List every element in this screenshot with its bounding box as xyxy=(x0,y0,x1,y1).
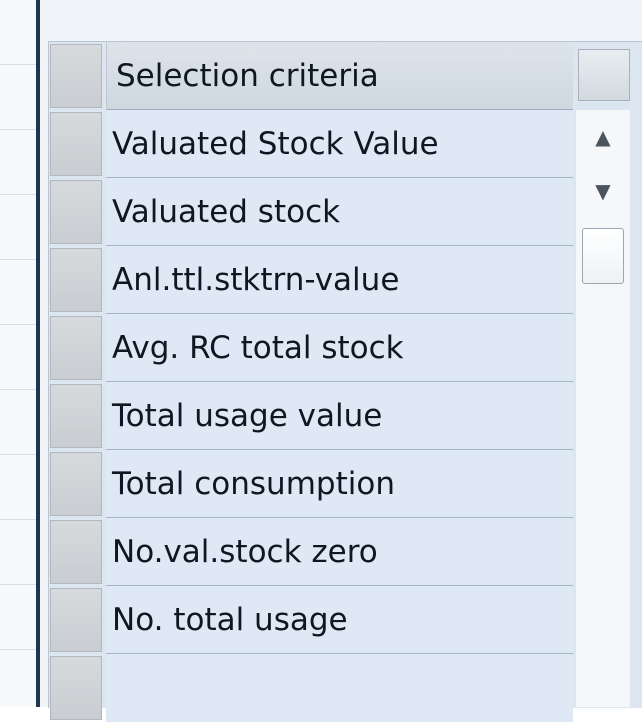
row-selector[interactable] xyxy=(50,248,102,312)
table-row[interactable]: No.val.stock zero xyxy=(49,518,575,586)
column-header-label: Selection criteria xyxy=(116,58,379,94)
table-cell[interactable]: No.val.stock zero xyxy=(106,518,573,586)
cell-text: Valuated Stock Value xyxy=(112,126,439,162)
table-row[interactable]: No. total usage xyxy=(49,586,575,654)
table-cell[interactable]: Anl.ttl.stktrn-value xyxy=(106,246,573,314)
cell-text: Total consumption xyxy=(112,466,395,502)
table-cell-empty[interactable] xyxy=(106,654,573,722)
row-selector[interactable] xyxy=(50,112,102,176)
row-selector[interactable] xyxy=(50,656,102,720)
table-row-empty[interactable] xyxy=(49,654,575,722)
column-header[interactable]: Selection criteria xyxy=(106,42,573,110)
table-cell[interactable]: Avg. RC total stock xyxy=(106,314,573,382)
table-cell[interactable]: Valuated stock xyxy=(106,178,573,246)
cell-text: Anl.ttl.stktrn-value xyxy=(112,262,400,298)
table-row[interactable]: Total consumption xyxy=(49,450,575,518)
table-cell[interactable]: Valuated Stock Value xyxy=(106,110,573,178)
cell-text: No. total usage xyxy=(112,602,348,638)
scroll-down-icon[interactable]: ▼ xyxy=(576,164,630,218)
cell-text: Total usage value xyxy=(112,398,383,434)
scroll-thumb[interactable] xyxy=(582,228,624,284)
header-row: Selection criteria xyxy=(49,42,575,110)
cell-text: No.val.stock zero xyxy=(112,534,378,570)
table-row[interactable]: Total usage value xyxy=(49,382,575,450)
table-cell[interactable]: No. total usage xyxy=(106,586,573,654)
row-selector[interactable] xyxy=(50,180,102,244)
selection-criteria-table: Selection criteria Valuated Stock Value … xyxy=(48,41,642,722)
row-selector[interactable] xyxy=(50,316,102,380)
table-cell[interactable]: Total consumption xyxy=(106,450,573,518)
row-selector[interactable] xyxy=(50,520,102,584)
cell-text: Avg. RC total stock xyxy=(112,330,404,366)
row-selector[interactable] xyxy=(50,588,102,652)
select-all-button[interactable] xyxy=(50,44,102,108)
table-cell[interactable]: Total usage value xyxy=(106,382,573,450)
table-row[interactable]: Avg. RC total stock xyxy=(49,314,575,382)
table-row[interactable]: Valuated Stock Value xyxy=(49,110,575,178)
outer-strip xyxy=(0,0,36,707)
column-settings-button[interactable] xyxy=(578,49,630,101)
row-selector[interactable] xyxy=(50,384,102,448)
row-selector[interactable] xyxy=(50,452,102,516)
table-row[interactable]: Anl.ttl.stktrn-value xyxy=(49,246,575,314)
cell-text: Valuated stock xyxy=(112,194,341,230)
scroll-up-icon[interactable]: ▲ xyxy=(576,110,630,164)
vertical-scrollbar[interactable]: ▲ ▼ xyxy=(576,110,630,707)
table-row[interactable]: Valuated stock xyxy=(49,178,575,246)
